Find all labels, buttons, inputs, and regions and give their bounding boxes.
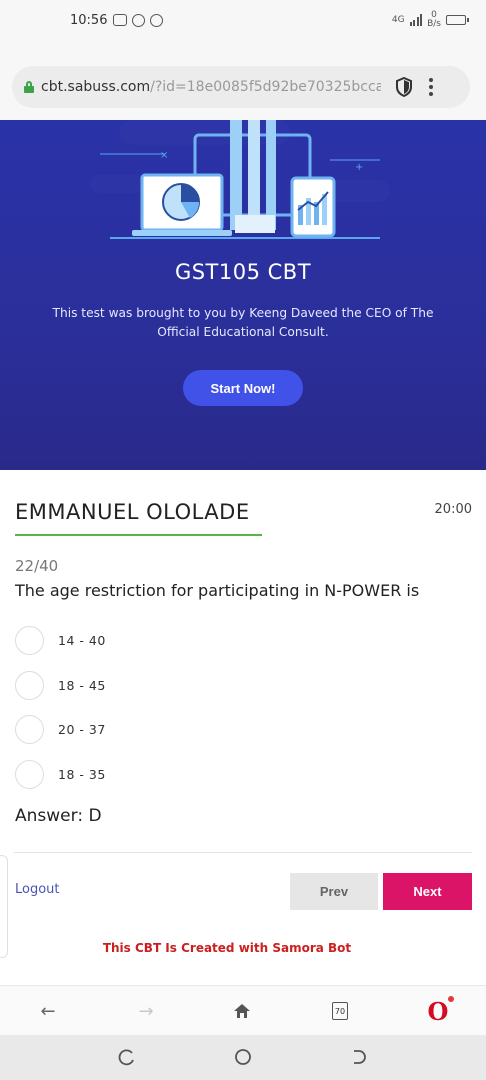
home-circle-icon[interactable] bbox=[233, 1047, 253, 1067]
prev-button[interactable]: Prev bbox=[290, 873, 378, 910]
back-gesture-icon[interactable] bbox=[349, 1047, 369, 1067]
hero-title: GST105 CBT bbox=[174, 260, 312, 284]
question-text: The age restriction for participating in… bbox=[15, 581, 420, 600]
forward-arrow-icon[interactable]: → bbox=[126, 986, 166, 1036]
lock-icon bbox=[24, 81, 34, 93]
start-now-button[interactable]: Start Now! bbox=[183, 370, 303, 406]
student-name: EMMANUEL OLOLADE bbox=[15, 500, 250, 524]
option-radio[interactable] bbox=[15, 671, 44, 700]
option-a[interactable]: 14 - 40 bbox=[15, 626, 106, 655]
browser-address-area: cbt.sabuss.com/?id=18e0085f5d92be70325bc… bbox=[0, 40, 486, 120]
url-text[interactable]: cbt.sabuss.com/?id=18e0085f5d92be70325bc… bbox=[41, 79, 381, 95]
option-radio[interactable] bbox=[15, 715, 44, 744]
network-type: 4G bbox=[391, 15, 405, 25]
timer: 20:00 bbox=[434, 502, 472, 517]
tab-count: 70 bbox=[332, 1002, 348, 1020]
option-d[interactable]: 18 - 35 bbox=[15, 760, 106, 789]
shield-icon[interactable] bbox=[395, 77, 413, 97]
shield-notification-icon bbox=[150, 13, 164, 27]
home-icon[interactable] bbox=[222, 986, 262, 1036]
signal-icon bbox=[409, 14, 423, 26]
credit-text: This CBT Is Created with Samora Bot bbox=[102, 941, 352, 955]
svg-text:+: + bbox=[355, 162, 363, 173]
divider bbox=[14, 852, 472, 853]
next-button[interactable]: Next bbox=[383, 873, 472, 910]
logout-link[interactable]: Logout bbox=[15, 882, 60, 897]
system-navigation-bar bbox=[0, 1035, 486, 1080]
option-radio[interactable] bbox=[15, 760, 44, 789]
status-bar: 10:56 4G 0 B/s bbox=[0, 0, 486, 40]
menu-icon[interactable] bbox=[429, 78, 433, 96]
option-label: 18 - 35 bbox=[58, 767, 106, 782]
option-c[interactable]: 20 - 37 bbox=[15, 715, 106, 744]
question-counter: 22/40 bbox=[15, 557, 59, 575]
name-underline bbox=[15, 534, 262, 536]
svg-text:×: × bbox=[160, 150, 168, 161]
back-arrow-icon[interactable]: ← bbox=[28, 986, 68, 1036]
status-time: 10:56 bbox=[70, 12, 108, 28]
data-speed: 0 B/s bbox=[427, 10, 441, 29]
tabs-icon[interactable]: 70 bbox=[320, 986, 360, 1036]
option-b[interactable]: 18 - 45 bbox=[15, 671, 106, 700]
address-bar[interactable]: cbt.sabuss.com/?id=18e0085f5d92be70325bc… bbox=[12, 66, 470, 108]
recent-apps-icon[interactable] bbox=[117, 1047, 137, 1067]
gallery-notification-icon bbox=[113, 14, 128, 26]
option-label: 20 - 37 bbox=[58, 722, 106, 737]
hero-banner: × + GST105 CBT This test was brought to … bbox=[0, 120, 486, 470]
devices-illustration: × + bbox=[90, 120, 390, 239]
browser-toolbar: ← → 70 O bbox=[0, 985, 486, 1035]
app-notification-icon bbox=[132, 13, 146, 27]
opera-menu-icon[interactable]: O bbox=[418, 986, 458, 1036]
hero-subtitle: This test was brought to you by Keeng Da… bbox=[52, 306, 434, 339]
option-radio[interactable] bbox=[15, 626, 44, 655]
answer-text: Answer: D bbox=[15, 806, 102, 826]
option-label: 14 - 40 bbox=[58, 633, 106, 648]
battery-icon bbox=[446, 15, 469, 25]
option-label: 18 - 45 bbox=[58, 678, 106, 693]
